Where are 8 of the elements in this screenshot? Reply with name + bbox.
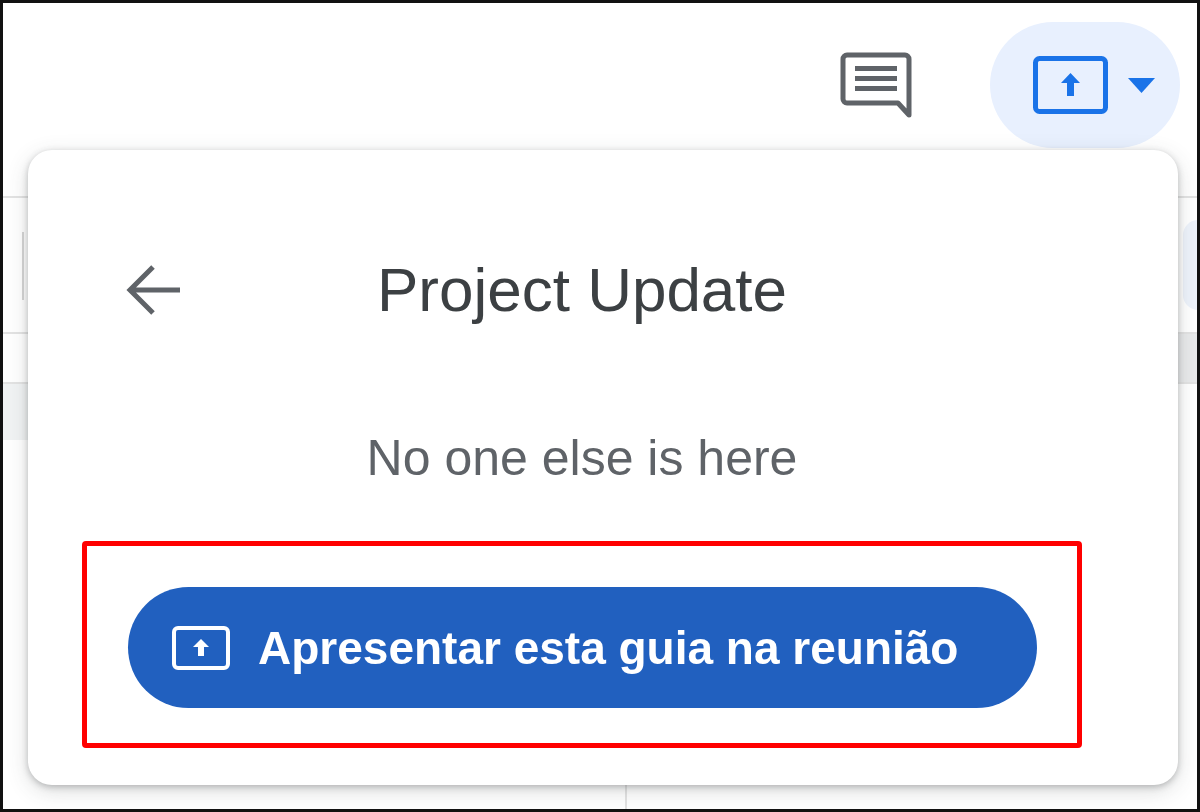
- status-text: No one else is here: [365, 429, 799, 488]
- back-arrow-icon[interactable]: [125, 263, 182, 317]
- present-screen-icon: [1033, 56, 1108, 114]
- caret-icon: [1128, 77, 1155, 93]
- present-screen-icon: [172, 625, 230, 670]
- background-band: [3, 384, 31, 440]
- chat-icon[interactable]: [840, 52, 912, 118]
- present-tab-button[interactable]: Apresentar esta guia na reunião: [128, 587, 1037, 708]
